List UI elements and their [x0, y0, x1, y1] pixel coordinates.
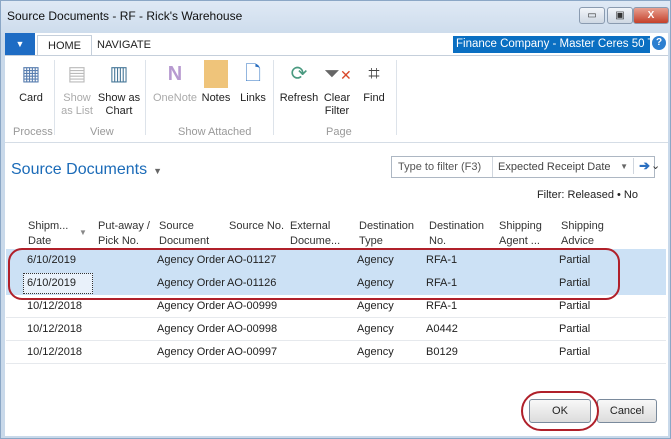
- dialog-window: Source Documents - RF - Rick's Warehouse…: [0, 0, 671, 439]
- cell-date: 10/12/2018: [27, 300, 83, 312]
- cell-advice: Partial: [559, 323, 591, 335]
- group-label-process: Process: [13, 126, 53, 138]
- clear-filter-icon: ⏷✕: [324, 63, 352, 85]
- cell-destno: RFA-1: [426, 300, 458, 312]
- cell-srcdoc: Agency Order: [157, 323, 225, 335]
- cell-srcdoc: Agency Order: [157, 346, 225, 358]
- company-name[interactable]: Finance Company - Master Ceres 50 Test..…: [453, 36, 650, 53]
- cell-desttype: Agency: [357, 300, 394, 312]
- divider: [396, 60, 397, 135]
- chevron-down-icon: ▼: [620, 162, 628, 171]
- table-row[interactable]: 10/12/2018 Agency Order AO-00998 Agency A044…: [6, 318, 666, 341]
- table-row[interactable]: 10/12/2018 Agency Order AO-00997 Agency B012…: [6, 341, 666, 364]
- collapse-chevron-icon[interactable]: ⌄: [651, 159, 660, 172]
- find-button[interactable]: ⌗ Find: [359, 60, 389, 105]
- column-header[interactable]: Destination No.: [429, 219, 485, 249]
- tab-home[interactable]: HOME: [37, 35, 92, 55]
- chart-icon: ▥: [109, 63, 129, 85]
- column-header[interactable]: Source Document: [159, 219, 211, 249]
- cell-desttype: Agency: [357, 323, 394, 335]
- group-label-view: View: [90, 126, 114, 138]
- column-header[interactable]: Destination Type: [359, 219, 415, 249]
- notes-icon: [204, 60, 228, 88]
- cell-date: 10/12/2018: [27, 346, 83, 358]
- list-icon: ▤: [67, 63, 87, 85]
- card-button[interactable]: ▦ Card: [13, 60, 49, 105]
- links-button[interactable]: 🗋 Links: [237, 60, 269, 105]
- highlight-ring: [521, 391, 599, 431]
- show-as-list-button[interactable]: ▤ Show as List: [60, 60, 94, 118]
- divider: [54, 60, 55, 135]
- clear-filter-button[interactable]: ⏷✕ Clear Filter: [321, 60, 353, 118]
- cell-advice: Partial: [559, 346, 591, 358]
- links-icon: 🗋: [244, 63, 262, 85]
- notes-button[interactable]: Notes: [199, 60, 233, 105]
- help-icon[interactable]: ?: [652, 36, 666, 50]
- filter-info: Filter: Released • No: [536, 189, 638, 201]
- column-header[interactable]: Put-away / Pick No.: [98, 219, 154, 249]
- refresh-button[interactable]: ⟳ Refresh: [279, 60, 319, 105]
- column-header[interactable]: Shipping Agent ...: [499, 219, 551, 249]
- cell-date: 10/12/2018: [27, 323, 83, 335]
- cell-destno: A0442: [426, 323, 458, 335]
- minimize-button[interactable]: ▭: [579, 7, 605, 24]
- cell-srcno: AO-00998: [227, 323, 278, 335]
- maximize-button[interactable]: ▣: [607, 7, 633, 24]
- cell-srcno: AO-00997: [227, 346, 278, 358]
- refresh-icon: ⟳: [290, 63, 308, 85]
- sort-down-icon: ▼: [79, 228, 87, 237]
- client-area: ▼ HOME NAVIGATE Finance Company - Master…: [5, 33, 668, 436]
- chevron-down-icon: ▼: [153, 166, 162, 176]
- cancel-button[interactable]: Cancel: [597, 399, 657, 423]
- group-label-show-attached: Show Attached: [178, 126, 252, 138]
- ribbon: ▦ Card ▤ Show as List ▥ Show as Chart N OneN…: [5, 55, 668, 143]
- binoculars-icon: ⌗: [368, 63, 380, 85]
- arrow-right-icon[interactable]: ➔: [633, 158, 650, 174]
- divider: [145, 60, 146, 135]
- page-title[interactable]: Source Documents ▼: [11, 161, 162, 179]
- filter-field-select[interactable]: Expected Receipt Date ▼: [492, 157, 632, 177]
- cell-desttype: Agency: [357, 346, 394, 358]
- column-header[interactable]: External Docume...: [290, 219, 346, 249]
- column-header[interactable]: Shipping Advice: [561, 219, 613, 249]
- cell-srcno: AO-00999: [227, 300, 278, 312]
- cell-destno: B0129: [426, 346, 458, 358]
- window-title: Source Documents - RF - Rick's Warehouse: [7, 9, 243, 23]
- divider: [273, 60, 274, 135]
- filter-input[interactable]: Type to filter (F3): [398, 161, 481, 173]
- column-header[interactable]: Shipm... Date: [28, 219, 72, 249]
- group-label-page: Page: [326, 126, 352, 138]
- ribbon-tabs: ▼ HOME NAVIGATE Finance Company - Master…: [5, 33, 668, 55]
- show-as-chart-button[interactable]: ▥ Show as Chart: [97, 60, 141, 118]
- card-icon: ▦: [21, 63, 41, 85]
- onenote-button[interactable]: N OneNote: [151, 60, 199, 105]
- cell-advice: Partial: [559, 300, 591, 312]
- column-header[interactable]: Source No.: [229, 219, 285, 234]
- close-button[interactable]: X: [633, 7, 669, 24]
- filter-box: Type to filter (F3) Expected Receipt Dat…: [391, 156, 655, 178]
- highlight-ring: [8, 248, 620, 300]
- app-menu-button[interactable]: ▼: [5, 33, 35, 55]
- onenote-icon: N: [167, 63, 183, 85]
- cell-srcdoc: Agency Order: [157, 300, 225, 312]
- tab-navigate[interactable]: NAVIGATE: [87, 35, 161, 55]
